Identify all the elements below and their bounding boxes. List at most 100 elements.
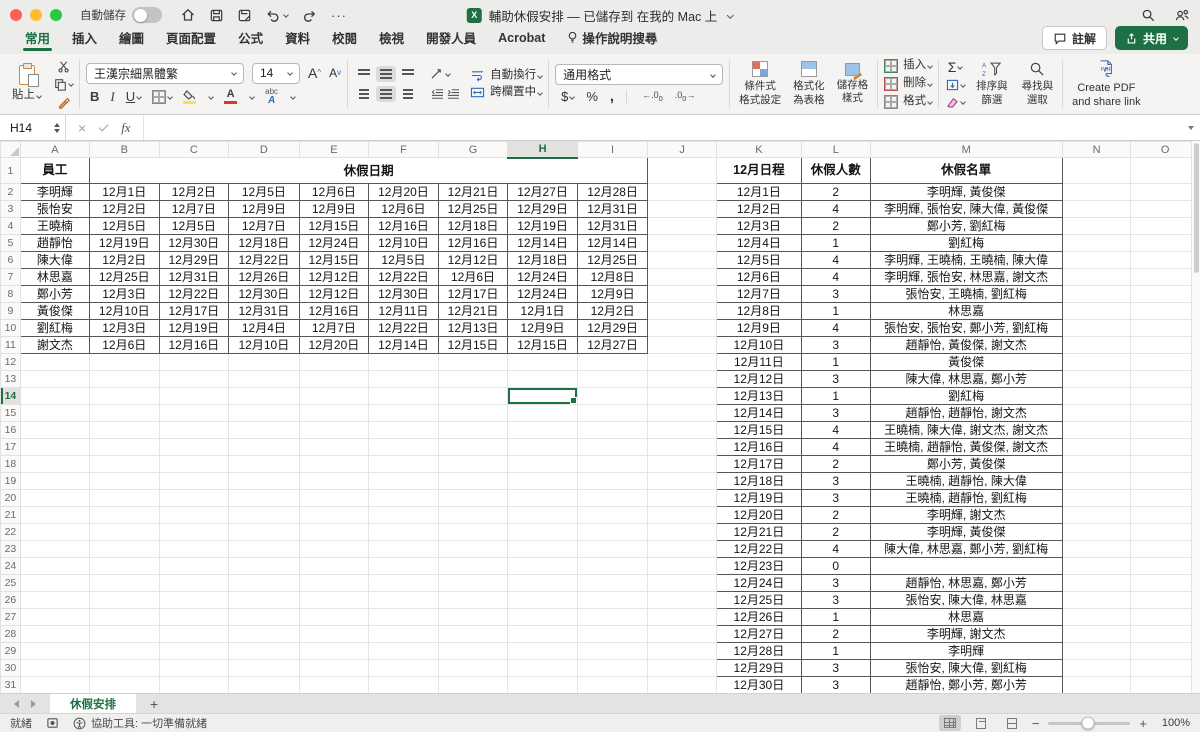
cell-C29[interactable] [159,643,229,660]
cell-D16[interactable] [229,422,300,439]
cell-A6[interactable]: 陳大偉 [20,252,89,269]
row-header-20[interactable]: 20 [1,490,21,507]
cell-A25[interactable] [20,575,89,592]
cell-E5[interactable]: 12月24日 [299,235,369,252]
cell-L5[interactable]: 1 [801,235,870,252]
cell-H15[interactable] [508,405,578,422]
macro-record-icon[interactable] [46,717,59,729]
cell-F8[interactable]: 12月30日 [369,286,439,303]
cell-A23[interactable] [20,541,89,558]
cell-G21[interactable] [438,507,508,524]
cell-D10[interactable]: 12月4日 [229,320,300,337]
cell-D24[interactable] [229,558,300,575]
cell-E30[interactable] [299,660,369,677]
cell-D19[interactable] [229,473,300,490]
cell-O26[interactable] [1131,592,1200,609]
cell-A18[interactable] [20,456,89,473]
fill-color-button[interactable] [183,90,196,104]
cell-H8[interactable]: 12月24日 [508,286,578,303]
cell-D20[interactable] [229,490,300,507]
cell-G5[interactable]: 12月16日 [438,235,508,252]
cell-L31[interactable]: 3 [801,677,870,694]
cell-N15[interactable] [1062,405,1131,422]
cell-B21[interactable] [90,507,160,524]
cell-L14[interactable]: 1 [801,388,870,405]
cell-M11[interactable]: 趙靜怡, 黃俊傑, 謝文杰 [870,337,1062,354]
cell-H3[interactable]: 12月29日 [508,201,578,218]
cell-M7[interactable]: 李明輝, 張怡安, 林思嘉, 謝文杰 [870,269,1062,286]
cell-A29[interactable] [20,643,89,660]
cell-C31[interactable] [159,677,229,694]
cell-M21[interactable]: 李明輝, 謝文杰 [870,507,1062,524]
cell-I3[interactable]: 12月31日 [577,201,648,218]
cell-F24[interactable] [369,558,439,575]
cell-J30[interactable] [648,660,716,677]
cell-O13[interactable] [1131,371,1200,388]
cell-N11[interactable] [1062,337,1131,354]
row-header-28[interactable]: 28 [1,626,21,643]
cell-D30[interactable] [229,660,300,677]
cell-F10[interactable]: 12月22日 [369,320,439,337]
cell-F4[interactable]: 12月16日 [369,218,439,235]
cell-I12[interactable] [577,354,648,371]
cell-J28[interactable] [648,626,716,643]
cell-C2[interactable]: 12月2日 [159,184,229,201]
top-align-button[interactable] [354,66,374,82]
cell-E17[interactable] [299,439,369,456]
cell-K15[interactable]: 12月14日 [716,405,801,422]
cell-H25[interactable] [508,575,578,592]
cell-E24[interactable] [299,558,369,575]
column-header-G[interactable]: G [438,142,508,158]
cell-D13[interactable] [229,371,300,388]
cell-O5[interactable] [1131,235,1200,252]
cell-O25[interactable] [1131,575,1200,592]
cell-F20[interactable] [369,490,439,507]
cell-A31[interactable] [20,677,89,694]
cell-A28[interactable] [20,626,89,643]
cell-G3[interactable]: 12月25日 [438,201,508,218]
cell-B28[interactable] [90,626,160,643]
cell-K30[interactable]: 12月29日 [716,660,801,677]
cell-N19[interactable] [1062,473,1131,490]
cell-D5[interactable]: 12月18日 [229,235,300,252]
cell-O9[interactable] [1131,303,1200,320]
sheet-tab-active[interactable]: 休假安排 [50,694,136,713]
cell-D9[interactable]: 12月31日 [229,303,300,320]
cell-K9[interactable]: 12月8日 [716,303,801,320]
font-name-select[interactable]: 王漢宗細黑體繁 [86,63,244,84]
sort-filter-button[interactable]: AZ 排序與 篩選 [973,61,1011,106]
cell-I24[interactable] [577,558,648,575]
cell-K5[interactable]: 12月4日 [716,235,801,252]
cell-M10[interactable]: 張怡安, 張怡安, 鄭小芳, 劉紅梅 [870,320,1062,337]
cell-L8[interactable]: 3 [801,286,870,303]
cell-K7[interactable]: 12月6日 [716,269,801,286]
cell-F3[interactable]: 12月6日 [369,201,439,218]
cell-F18[interactable] [369,456,439,473]
cell-L28[interactable]: 2 [801,626,870,643]
row-header-29[interactable]: 29 [1,643,21,660]
tab-操作說明搜尋[interactable]: 操作說明搜尋 [556,28,668,54]
cell-A7[interactable]: 林思嘉 [20,269,89,286]
cell-H19[interactable] [508,473,578,490]
zoom-in-button[interactable]: + [1139,716,1147,731]
cell-C4[interactable]: 12月5日 [159,218,229,235]
cell-A12[interactable] [20,354,89,371]
cell-O8[interactable] [1131,286,1200,303]
cell-H14-selected[interactable] [508,388,578,405]
autosave-toggle[interactable] [132,7,162,23]
cell-J18[interactable] [648,456,716,473]
cell-H9[interactable]: 12月1日 [508,303,578,320]
comma-format-button[interactable]: , [610,89,614,104]
cell-F21[interactable] [369,507,439,524]
cell-L12[interactable]: 1 [801,354,870,371]
zoom-slider[interactable] [1048,722,1130,725]
cell-K12[interactable]: 12月11日 [716,354,801,371]
align-left-button[interactable] [354,86,374,102]
cell-F9[interactable]: 12月11日 [369,303,439,320]
delete-cells-button[interactable]: 刪除 [884,77,932,91]
cell-A10[interactable]: 劉紅梅 [20,320,89,337]
column-header-J[interactable]: J [648,142,716,158]
row-header-7[interactable]: 7 [1,269,21,286]
cell-K20[interactable]: 12月19日 [716,490,801,507]
cell-M29[interactable]: 李明輝 [870,643,1062,660]
